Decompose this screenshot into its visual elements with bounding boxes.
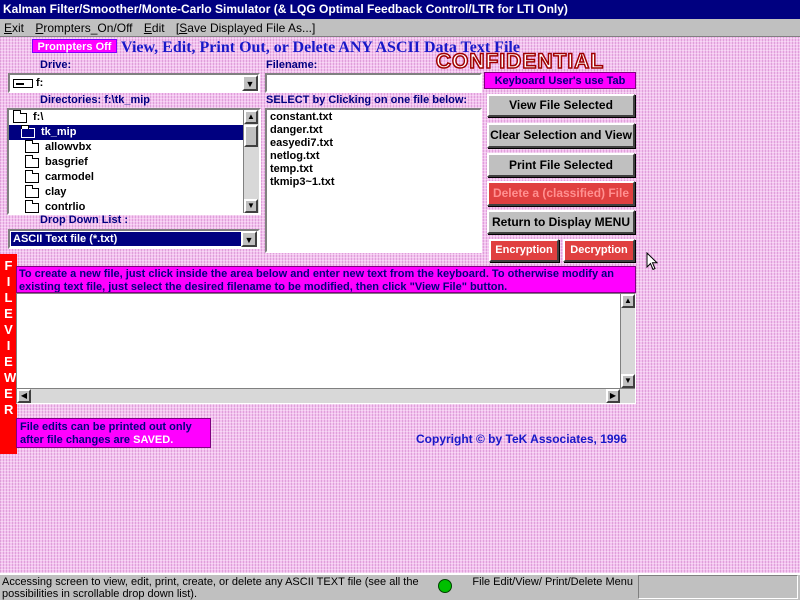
file-viewer-side-label: FILE VIEWER (0, 254, 17, 454)
prompters-badge[interactable]: Prompters Off (32, 39, 117, 53)
dir-item[interactable]: basgrief (9, 154, 243, 170)
window-title: Kalman Filter/Smoother/Monte-Carlo Simul… (0, 0, 800, 19)
status-panel (638, 575, 798, 599)
saved-emphasis: SAVED. (133, 434, 174, 446)
dir-item[interactable]: carmodel (9, 169, 243, 185)
status-message: Accessing screen to view, edit, print, c… (2, 576, 419, 600)
list-item[interactable]: danger.txt (267, 124, 480, 137)
status-bar: Accessing screen to view, edit, print, c… (0, 573, 800, 600)
viewer-instructions: To create a new file, just click inside … (16, 266, 636, 293)
list-item[interactable]: tkmip3~1.txt (267, 176, 480, 189)
menu-edit[interactable]: Edit (140, 19, 169, 37)
folder-open-icon (13, 110, 27, 123)
scroll-left-icon[interactable]: ◀ (17, 389, 31, 403)
save-note: File edits can be printed out only after… (16, 418, 211, 448)
filename-label: Filename: (266, 59, 318, 71)
filetype-select[interactable]: ASCII Text file (*.txt) ▼ (8, 229, 260, 249)
delete-file-button[interactable]: Delete a (classified) File (487, 181, 635, 206)
list-item[interactable]: netlog.txt (267, 150, 480, 163)
dir-item-tk-mip[interactable]: tk_mip (9, 124, 243, 140)
folder-icon (25, 154, 39, 168)
drive-icon (13, 78, 33, 88)
folder-icon (25, 199, 39, 213)
return-menu-button[interactable]: Return to Display MENU (487, 210, 635, 234)
encryption-button[interactable]: Encryption (489, 239, 559, 262)
dir-item[interactable]: contrlio (9, 199, 243, 213)
scroll-up-icon[interactable]: ▲ (244, 110, 258, 124)
file-list[interactable]: constant.txt danger.txt easyedi7.txt net… (265, 108, 482, 253)
scroll-right-icon[interactable]: ▶ (606, 389, 620, 403)
list-item[interactable]: easyedi7.txt (267, 137, 480, 150)
drive-value: f: (36, 77, 44, 89)
clear-selection-button[interactable]: Clear Selection and View (487, 123, 635, 148)
chevron-down-icon[interactable]: ▼ (242, 75, 258, 91)
scroll-down-icon[interactable]: ▼ (244, 199, 258, 213)
directory-scrollbar[interactable]: ▲ ▼ (243, 110, 259, 213)
filename-input[interactable] (265, 73, 482, 93)
status-right-text: File Edit/View/ Print/Delete Menu (472, 576, 633, 588)
list-item[interactable]: constant.txt (267, 111, 480, 124)
confidential-stamp: CONFIDENTIAL (435, 50, 605, 74)
scroll-thumb[interactable] (244, 125, 258, 147)
dir-item-root[interactable]: f:\ (9, 110, 243, 125)
folder-icon (25, 139, 39, 153)
filetype-label: Drop Down List : (40, 214, 128, 226)
menu-exit[interactable]: Exit (0, 19, 28, 37)
viewer-vertical-scrollbar[interactable]: ▲ ▼ (620, 294, 635, 388)
save-note-line2: after file changes are (20, 434, 134, 446)
drive-select[interactable]: f: ▼ (8, 73, 260, 93)
drive-label: Drive: (40, 59, 72, 71)
menu-prompters[interactable]: Prompters_On/Off (31, 19, 136, 37)
dir-item[interactable]: clay (9, 184, 243, 200)
chevron-down-icon[interactable]: ▼ (241, 231, 257, 247)
directories-label: Directories: f:\tk_mip (40, 94, 151, 106)
menu-bar: Exit Prompters_On/Off Edit [Save Display… (0, 19, 800, 37)
scroll-up-icon[interactable]: ▲ (621, 294, 635, 308)
keyboard-hint: Keyboard User's use Tab (484, 72, 636, 89)
files-label: SELECT by Clicking on one file below: (266, 94, 468, 106)
dir-item[interactable]: allowvbx (9, 139, 243, 155)
mouse-pointer-icon (646, 252, 659, 271)
viewer-horizontal-scrollbar[interactable]: ◀ ▶ (17, 388, 635, 403)
directory-list[interactable]: f:\ tk_mip allowvbx basgrief carmodel cl… (7, 108, 261, 215)
menu-save-as[interactable]: [Save Displayed File As...] (172, 19, 319, 37)
filetype-value: ASCII Text file (*.txt) (11, 232, 241, 246)
print-file-button[interactable]: Print File Selected (487, 153, 635, 177)
folder-icon (25, 184, 39, 198)
copyright: Copyright © by TeK Associates, 1996 (416, 432, 627, 446)
status-indicator-icon (438, 579, 452, 593)
list-item[interactable]: temp.txt (267, 163, 480, 176)
decryption-button[interactable]: Decryption (563, 239, 635, 262)
folder-open-icon (21, 124, 35, 138)
view-file-button[interactable]: View File Selected (487, 94, 635, 117)
folder-icon (25, 169, 39, 183)
scroll-down-icon[interactable]: ▼ (621, 374, 635, 388)
save-note-line1: File edits can be printed out only (20, 421, 192, 433)
